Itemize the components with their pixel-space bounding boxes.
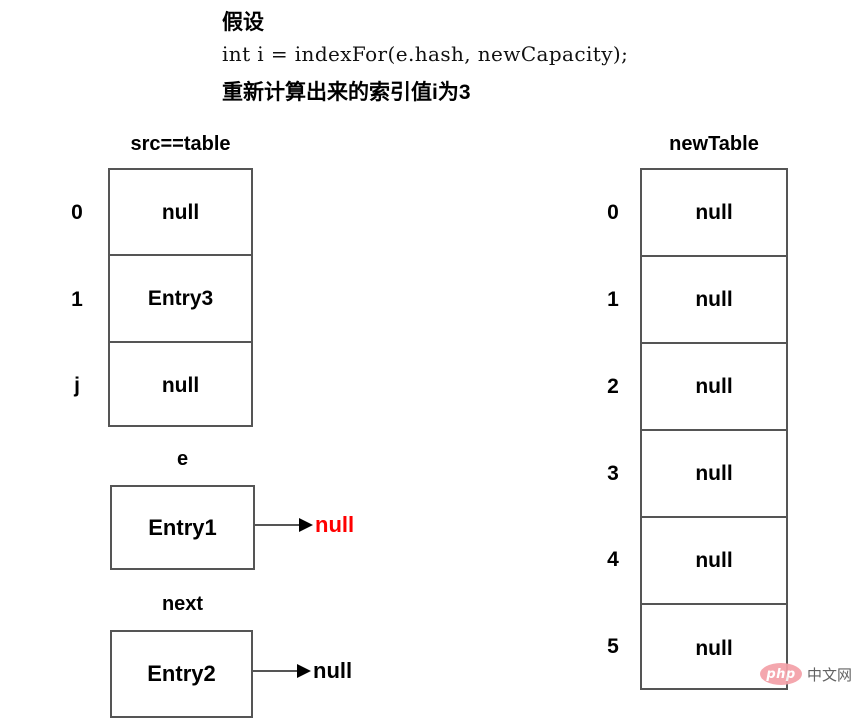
new-table-title: newTable (669, 133, 759, 155)
node-next-value: Entry2 (147, 661, 216, 686)
new-cell-3: null (695, 462, 733, 485)
node-e-box: Entry1 (110, 485, 255, 570)
watermark-text: 中文网 (807, 665, 853, 684)
node-next-arrow-icon (253, 664, 311, 678)
node-next-box: Entry2 (110, 630, 253, 718)
src-cell-j: null (161, 374, 200, 398)
recomputed-index-note: 重新计算出来的索引值i为3 (222, 81, 471, 104)
assumption-heading: 假设 (222, 11, 264, 34)
node-next-label: next (161, 593, 204, 615)
new-cell-4: null (695, 549, 733, 572)
new-index-4: 4 (607, 548, 619, 571)
table-row: null (642, 257, 786, 344)
php-logo-icon: php (760, 663, 802, 685)
src-index-j: j (74, 374, 80, 397)
new-index-3: 3 (607, 462, 619, 485)
node-e-next-value: null (315, 512, 355, 537)
diagram-canvas: 假设 int i = indexFor(e.hash, newCapacity)… (0, 0, 862, 718)
table-row: null (642, 170, 786, 257)
new-cell-0: null (695, 201, 733, 224)
new-index-2: 2 (607, 375, 619, 398)
new-index-0: 0 (607, 201, 619, 224)
new-table: null null null null null null (640, 168, 788, 690)
src-table-title: src==table (130, 133, 231, 155)
node-e-arrow-icon (255, 518, 313, 532)
node-e-label: e (176, 448, 189, 470)
src-cell-0: null (161, 200, 200, 224)
table-row: null (642, 431, 786, 518)
node-next-next-value: null (313, 658, 353, 683)
src-cell-1: Entry3 (147, 286, 214, 310)
table-row: null (110, 343, 251, 429)
table-row: null (110, 170, 251, 257)
src-table: null Entry3 null (108, 168, 253, 427)
new-cell-2: null (695, 375, 733, 398)
src-index-0: 0 (71, 201, 83, 224)
src-index-1: 1 (71, 288, 83, 311)
code-line: int i = indexFor(e.hash, newCapacity); (222, 42, 629, 66)
table-row: Entry3 (110, 256, 251, 343)
new-index-1: 1 (607, 288, 619, 311)
table-row: null (642, 344, 786, 431)
new-cell-5: null (695, 637, 733, 660)
node-e-value: Entry1 (148, 514, 217, 540)
watermark: php 中文网 (760, 663, 852, 685)
new-cell-1: null (695, 288, 733, 311)
new-index-5: 5 (607, 635, 619, 658)
table-row: null (642, 518, 786, 605)
